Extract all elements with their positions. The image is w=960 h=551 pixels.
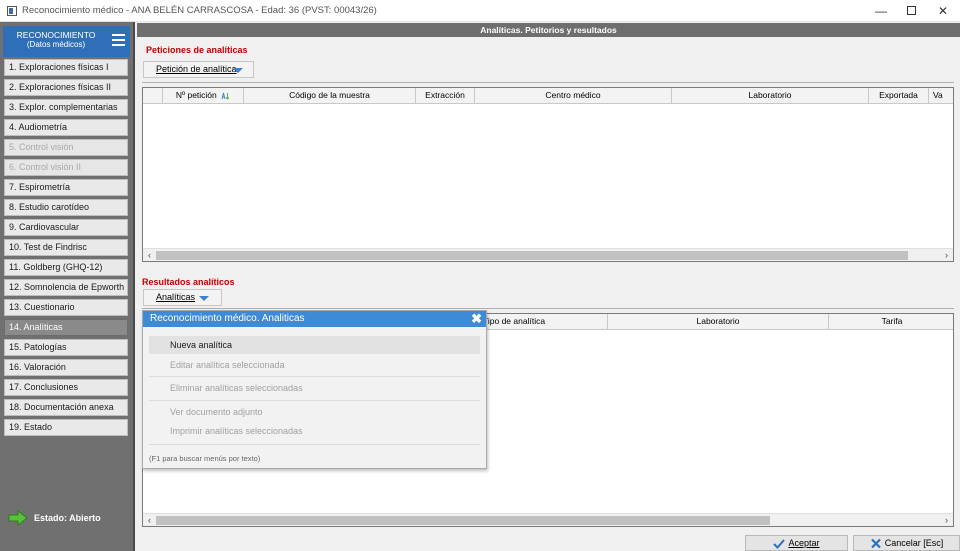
sidebar-item[interactable]: 4. Audiometría: [4, 119, 128, 136]
sidebar-header-title: RECONOCIMIENTO: [16, 30, 96, 40]
column-header[interactable]: Código de la muestra: [244, 88, 416, 104]
page-title: Analíticas. Petitorios y resultados: [137, 23, 960, 37]
column-header[interactable]: Va: [929, 88, 955, 104]
cancel-label: Cancelar [Esc]: [884, 538, 944, 548]
menu-separator: [149, 444, 480, 445]
sort-icon[interactable]: [221, 92, 230, 100]
menu-item-eliminar-analiticas[interactable]: Eliminar analíticas seleccionadas: [149, 379, 480, 397]
peticion-dropdown-label: Petición de analítica: [156, 64, 237, 74]
scroll-right-icon[interactable]: ›: [940, 249, 953, 262]
status-label: Estado: Abierto: [34, 513, 101, 523]
sidebar-item[interactable]: 10. Test de Findrisc: [4, 239, 128, 256]
scroll-right-icon[interactable]: ›: [940, 514, 953, 527]
sidebar-header: RECONOCIMIENTO (Datos médicos): [3, 26, 130, 57]
horizontal-scrollbar[interactable]: ‹ ›: [143, 248, 953, 261]
close-icon[interactable]: ✖: [471, 312, 482, 326]
sidebar-item[interactable]: 12. Somnolencia de Epworth: [4, 279, 128, 296]
sidebar-item[interactable]: 18. Documentación anexa: [4, 399, 128, 416]
popup-hint: (F1 para buscar menús por texto): [149, 454, 261, 463]
scrollbar-thumb[interactable]: [156, 516, 770, 525]
cross-icon: [870, 538, 881, 549]
hamburger-menu-icon[interactable]: [112, 34, 125, 46]
scroll-left-icon[interactable]: ‹: [143, 514, 156, 527]
scroll-left-icon[interactable]: ‹: [143, 249, 156, 262]
column-header[interactable]: Laboratorio: [608, 314, 829, 330]
column-header[interactable]: Tarifa: [829, 314, 955, 330]
menu-item-ver-documento[interactable]: Ver documento adjunto: [149, 403, 480, 421]
column-header[interactable]: Centro médico: [475, 88, 672, 104]
arrow-right-icon: [8, 510, 28, 526]
column-header[interactable]: Nº petición: [163, 88, 244, 104]
window-titlebar: Reconocimiento médico - ANA BELÉN CARRAS…: [0, 0, 960, 22]
menu-separator: [149, 376, 480, 377]
sidebar-item[interactable]: 17. Conclusiones: [4, 379, 128, 396]
accept-button[interactable]: Aceptar: [745, 535, 848, 551]
menu-item-nueva-analitica[interactable]: Nueva analítica: [149, 336, 480, 354]
sidebar-item[interactable]: 7. Espirometría: [4, 179, 128, 196]
horizontal-scrollbar[interactable]: ‹ ›: [143, 513, 953, 526]
peticiones-table-header: Nº petición Código de la muestra Extracc…: [143, 88, 953, 104]
window-title: Reconocimiento médico - ANA BELÉN CARRAS…: [22, 5, 377, 16]
app-icon: [7, 6, 17, 16]
accept-label: Aceptar: [788, 538, 820, 548]
checkmark-icon: [773, 539, 786, 550]
peticiones-table: Nº petición Código de la muestra Extracc…: [142, 87, 954, 262]
sidebar-item[interactable]: 3. Explor. complementarias: [4, 99, 128, 116]
sidebar-item[interactable]: 16. Valoración: [4, 359, 128, 376]
menu-item-editar-analitica[interactable]: Editar analítica seleccionada: [149, 356, 480, 374]
sidebar-header-subtitle: (Datos médicos): [26, 40, 86, 49]
sidebar-item[interactable]: 1. Exploraciones físicas I: [4, 59, 128, 76]
sidebar-item[interactable]: 13. Cuestionario: [4, 299, 128, 316]
menu-separator: [149, 400, 480, 401]
peticiones-title: Peticiones de analíticas: [146, 45, 248, 55]
minimize-button[interactable]: —: [866, 2, 896, 20]
popup-header: Reconocimiento médico. Analiticas ✖: [143, 311, 486, 327]
divider: [142, 308, 954, 309]
close-window-button[interactable]: ✕: [928, 2, 958, 20]
status-indicator: Estado: Abierto: [6, 510, 131, 526]
sidebar-item: 5. Control visión: [4, 139, 128, 156]
analiticas-dropdown-label: Analíticas: [156, 292, 196, 302]
column-header[interactable]: Laboratorio: [672, 88, 869, 104]
sidebar: RECONOCIMIENTO (Datos médicos) 1. Explor…: [0, 22, 135, 551]
row-selector-header: [143, 88, 163, 104]
chevron-down-icon: [199, 296, 209, 301]
menu-item-imprimir-analiticas[interactable]: Imprimir analíticas seleccionadas: [149, 422, 480, 440]
sidebar-item[interactable]: 19. Estado: [4, 419, 128, 436]
resultados-title: Resultados analíticos: [142, 277, 235, 287]
sidebar-item[interactable]: 8. Estudio carotídeo: [4, 199, 128, 216]
column-header[interactable]: Tipo de analítica: [483, 314, 608, 330]
sidebar-item[interactable]: 14. Analíticas: [4, 319, 128, 336]
column-header[interactable]: Exportada: [869, 88, 929, 104]
sidebar-item[interactable]: 2. Exploraciones físicas II: [4, 79, 128, 96]
sidebar-item[interactable]: 9. Cardiovascular: [4, 219, 128, 236]
sidebar-item[interactable]: 11. Goldberg (GHQ-12): [4, 259, 128, 276]
divider: [142, 82, 954, 83]
cancel-button[interactable]: Cancelar [Esc]: [853, 535, 960, 551]
analiticas-popup-menu: Reconocimiento médico. Analiticas ✖ Nuev…: [142, 310, 487, 469]
sidebar-item: 6. Control visión II: [4, 159, 128, 176]
analiticas-dropdown-button[interactable]: Analíticas: [143, 289, 222, 306]
sidebar-item[interactable]: 15. Patologías: [4, 339, 128, 356]
chevron-down-icon: [233, 68, 243, 73]
scrollbar-thumb[interactable]: [156, 251, 908, 260]
column-header[interactable]: Extracción: [416, 88, 475, 104]
maximize-button[interactable]: [896, 2, 926, 20]
peticion-dropdown-button[interactable]: Petición de analítica: [143, 61, 254, 78]
popup-title: Reconocimiento médico. Analiticas: [150, 313, 305, 324]
